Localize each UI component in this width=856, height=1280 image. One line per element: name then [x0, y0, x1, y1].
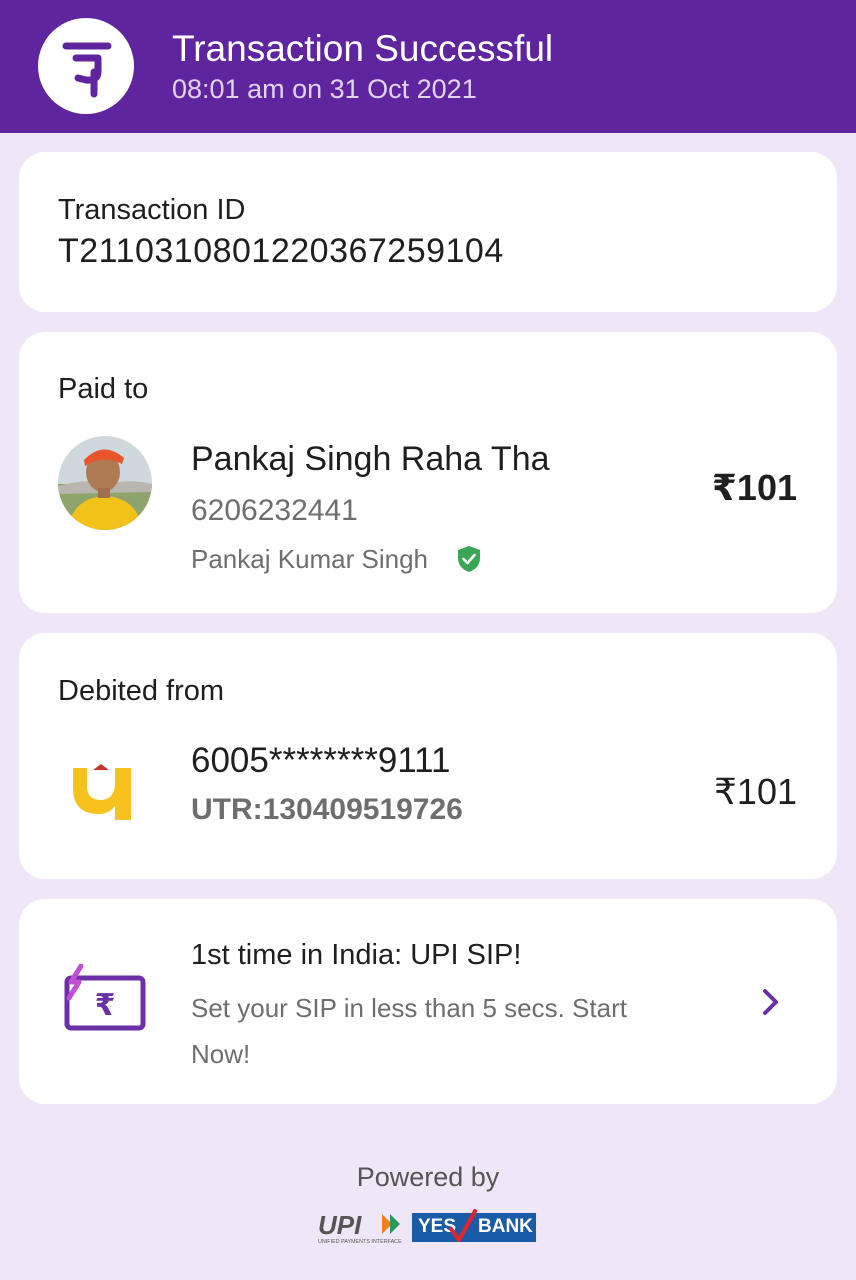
transaction-id-label: Transaction ID [58, 194, 246, 226]
debited-from-label: Debited from [58, 675, 225, 707]
debited-amount: ₹101 [714, 771, 797, 812]
powered-by-label: Powered by [356, 1162, 500, 1192]
verified-shield-icon [456, 545, 482, 573]
debited-from-card: Debited from 6005********9111 UTR:130409… [19, 633, 837, 879]
promo-title: 1st time in India: UPI SIP! [191, 939, 522, 971]
payee-avatar[interactable] [58, 436, 152, 530]
chevron-right-icon[interactable] [759, 987, 781, 1022]
payee-name: Pankaj Singh Raha Tha [191, 440, 550, 478]
payee-phone: 6206232441 [191, 494, 358, 527]
upi-logo-text: UPI [318, 1210, 362, 1240]
transaction-id-value[interactable]: T2110310801220367259104 [58, 232, 504, 271]
upi-sip-icon: ₹ [63, 963, 167, 1041]
paid-to-card: Paid to Pankaj Singh Raha Tha 6206232441… [19, 332, 837, 613]
payee-legal-name: Pankaj Kumar Singh [191, 544, 429, 574]
page-title: Transaction Successful [172, 28, 554, 69]
utr-number[interactable]: UTR:130409519726 [191, 793, 463, 827]
phonepe-logo-icon [38, 18, 134, 114]
upi-logo-subtext: UNIFIED PAYMENTS INTERFACE [318, 1239, 402, 1245]
pnb-bank-logo-icon [71, 760, 135, 827]
yes-bank-logo-icon: YES BANK [412, 1209, 536, 1242]
transaction-id-card: Transaction ID T2110310801220367259104 [19, 152, 837, 312]
svg-text:₹: ₹ [95, 988, 116, 1023]
app-header: Transaction Successful 08:01 am on 31 Oc… [0, 0, 856, 133]
upi-logo-icon: UPI UNIFIED PAYMENTS INTERFACE [316, 1210, 408, 1251]
upi-sip-promo-card[interactable]: ₹ 1st time in India: UPI SIP! Set your S… [19, 899, 837, 1104]
account-number: 6005********9111 [191, 741, 451, 780]
promo-description: Set your SIP in less than 5 secs. Start … [191, 993, 627, 1069]
paid-amount: ₹101 [711, 467, 797, 508]
yes-bank-text-bank: BANK [478, 1216, 533, 1237]
paid-to-label: Paid to [58, 373, 149, 405]
transaction-timestamp: 08:01 am on 31 Oct 2021 [172, 74, 477, 104]
yes-bank-tick-icon [449, 1209, 477, 1242]
